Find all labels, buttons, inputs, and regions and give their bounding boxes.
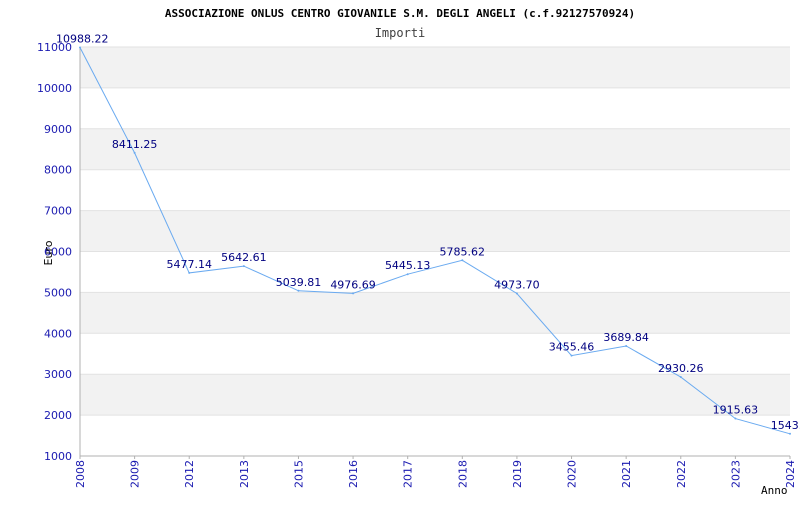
data-label: 4976.69 (330, 278, 376, 291)
data-label: 5642.61 (221, 251, 267, 264)
data-label: 5477.14 (166, 258, 212, 271)
chart-container: 1000 2000 3000 4000 5000 6000 7000 8000 9000 1000… (0, 0, 800, 500)
x-tick-label: 2021 (620, 460, 633, 488)
data-label: 5785.62 (440, 245, 486, 258)
chart-subtitle: Importi (375, 26, 426, 40)
line-chart: 1000200030004000500060007000800090001000… (37, 7, 800, 497)
data-label: 5039.81 (276, 276, 322, 289)
x-tick-label: 2015 (292, 460, 305, 488)
x-tick-label: 2023 (729, 460, 742, 488)
data-point (188, 271, 191, 274)
data-point (570, 354, 573, 357)
data-point (406, 273, 409, 276)
data-point (515, 292, 518, 295)
x-tick-label: 2008 (74, 460, 87, 488)
data-point (789, 432, 791, 435)
y-tick-label: 5000 (44, 286, 72, 299)
x-tick-label: 2009 (129, 460, 142, 488)
grid-band (80, 47, 790, 88)
x-tick-label: 2019 (511, 460, 524, 488)
data-label: 2930.26 (658, 362, 704, 375)
data-point (625, 344, 628, 347)
data-point (679, 376, 682, 379)
y-tick-label: 8000 (44, 164, 72, 177)
data-label: 1915.63 (713, 404, 759, 417)
x-tick-label: 2013 (238, 460, 251, 488)
y-tick-label: 3000 (44, 368, 72, 381)
data-point (133, 151, 136, 154)
data-label: 8411.25 (112, 138, 158, 151)
x-tick-label: 2016 (347, 460, 360, 488)
data-label: 3689.84 (603, 331, 649, 344)
data-point (297, 289, 300, 292)
data-label: 3455.46 (549, 341, 595, 354)
y-tick-label: 7000 (44, 205, 72, 218)
y-tick-label: 2000 (44, 409, 72, 422)
grid-band (80, 210, 790, 252)
grid-bands (80, 47, 790, 416)
data-label: 10988.22 (56, 32, 109, 45)
y-tick-label: 9000 (44, 123, 72, 136)
y-tick-label: 1000 (44, 450, 72, 463)
y-tick-label: 10000 (37, 82, 72, 95)
data-point (461, 259, 464, 262)
grid-band (80, 292, 790, 334)
x-tick-label: 2022 (675, 460, 688, 488)
data-point (352, 292, 355, 295)
data-point (79, 46, 81, 49)
x-tick-label: 2018 (456, 460, 469, 488)
data-point (734, 417, 737, 420)
x-tick-labels: 2008 2009 2012 2013 2015 2016 2017 2018 2019 2020… (74, 460, 797, 488)
grid-band (80, 374, 790, 416)
x-tick-label: 2012 (183, 460, 196, 488)
data-label: 5445.13 (385, 259, 431, 272)
x-axis-label: Anno (761, 484, 788, 497)
data-label: 1543.6 (771, 419, 800, 432)
data-point (242, 265, 245, 268)
grid-band (80, 128, 790, 170)
chart-title: ASSOCIAZIONE ONLUS CENTRO GIOVANILE S.M.… (165, 7, 635, 20)
y-tick-label: 4000 (44, 327, 72, 340)
y-axis-label: Euro (42, 240, 55, 265)
x-tick-label: 2017 (402, 460, 415, 488)
data-label: 4973.70 (494, 278, 540, 291)
x-tick-label: 2020 (566, 460, 579, 488)
